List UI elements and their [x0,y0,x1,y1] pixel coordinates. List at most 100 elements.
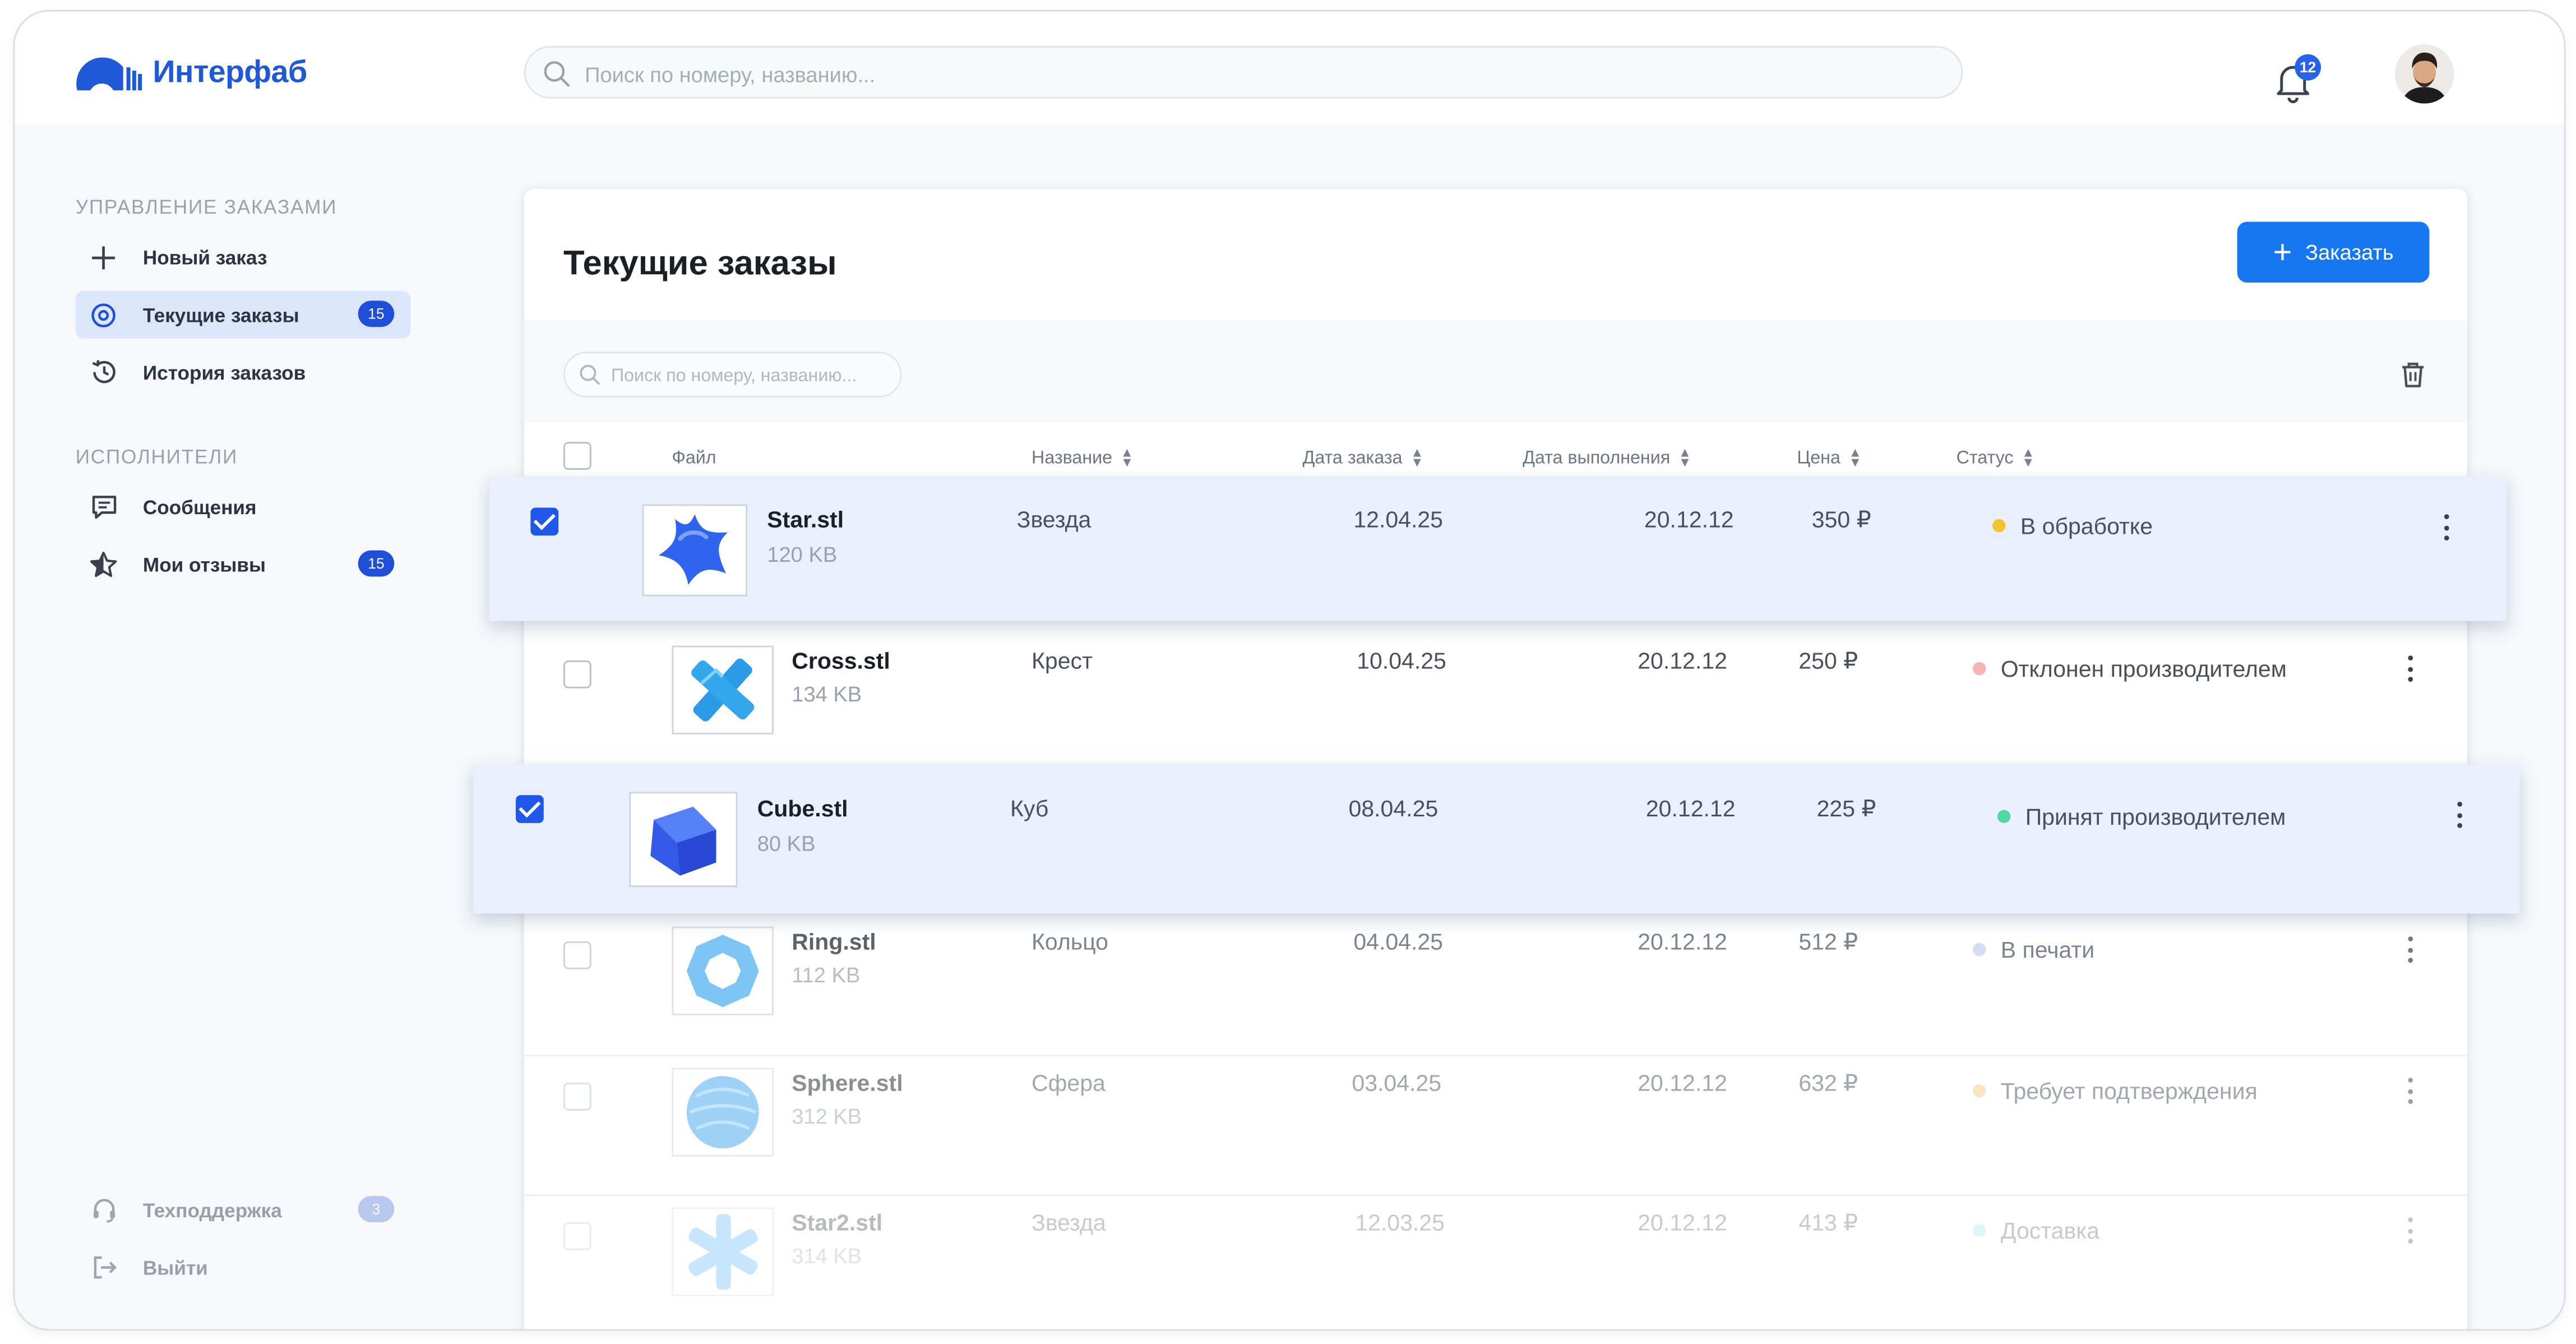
row-checkbox[interactable] [563,1222,591,1250]
plus-icon [89,242,118,272]
column-header-price[interactable]: Цена ▲ ▼ [1797,445,1862,470]
section-title-orders: Управление заказами [75,195,337,219]
table-row[interactable]: Sphere.stl 312 KB Сфера 03.04.25 20.12.1… [524,1055,2467,1193]
sidebar-item-current-orders[interactable]: Текущие заказы 15 [75,290,411,339]
file-size: 120 KB [767,542,838,567]
file-thumbnail [672,645,774,735]
column-header-status[interactable]: Статус ▲ ▼ [1957,445,2035,470]
file-thumbnail [672,1207,774,1296]
price: 225 ₽ [1816,795,1876,821]
sidebar-item-label: История заказов [142,361,306,384]
sidebar-item-support[interactable]: Техподдержка 3 [76,1186,411,1234]
more-icon[interactable] [2398,1074,2421,1107]
trash-icon[interactable] [2398,360,2428,390]
table-row-selected[interactable]: Star.stl 120 KB Звезда 12.04.25 20.12.12… [489,476,2507,621]
count-badge: 15 [358,301,395,327]
order-date: 08.04.25 [1348,795,1439,821]
status-badge: Требует подтверждения [1972,1078,2258,1104]
column-header-name[interactable]: Название ▲ ▼ [1032,445,1134,470]
order-button-label: Заказать [2305,239,2394,265]
status-badge: В обработке [1992,512,2153,539]
row-checkbox[interactable] [563,941,591,969]
sidebar-item-messages[interactable]: Сообщения [76,483,411,530]
sidebar-item-reviews[interactable]: Мои отзывы 15 [76,541,411,588]
row-checkbox[interactable] [563,1082,591,1111]
sidebar-item-order-history[interactable]: История заказов [76,348,411,396]
order-date: 03.04.25 [1352,1069,1442,1096]
row-checkbox[interactable] [530,507,559,536]
search-icon [544,61,570,87]
file-name: Cube.stl [757,795,848,821]
sidebar: Управление заказами Новый заказ Текущие … [15,123,507,1329]
sidebar-item-label: Выйти [142,1255,208,1280]
avatar-image [2394,44,2454,104]
due-date: 20.12.12 [1638,647,1727,674]
table-row[interactable]: Star2.stl 314 KB Звезда 12.03.25 20.12.1… [524,1194,2467,1329]
logo[interactable]: Интерфаб [74,51,307,97]
column-header-order-date[interactable]: Дата заказа ▲ ▼ [1302,445,1424,470]
more-icon[interactable] [2398,652,2421,685]
table-row-selected[interactable]: Cube.stl 80 KB Куб 08.04.25 20.12.12 225… [473,764,2520,914]
due-date: 20.12.12 [1645,795,1736,821]
sort-icon: ▲ ▼ [1678,445,1692,470]
select-all-checkbox[interactable] [563,442,591,470]
more-icon[interactable] [2398,933,2421,966]
more-icon[interactable] [2448,798,2471,832]
order-name: Крест [1032,647,1093,674]
price: 632 ₽ [1798,1069,1858,1096]
page-title: Текущие заказы [563,244,837,283]
table-row[interactable]: Cross.stl 134 KB Крест 10.04.25 20.12.12… [524,634,2467,772]
sort-icon: ▲ ▼ [1848,445,1862,470]
sidebar-item-new-order[interactable]: Новый заказ [76,233,411,281]
sidebar-item-logout[interactable]: Выйти [76,1244,411,1291]
plus-icon: + [2273,234,2292,270]
order-name: Куб [1010,795,1049,821]
avatar[interactable] [2394,44,2454,104]
headset-icon [89,1195,118,1225]
file-name: Star2.stl [792,1209,883,1236]
order-date: 04.04.25 [1353,928,1444,955]
price: 350 ₽ [1811,506,1871,533]
order-date: 10.04.25 [1357,647,1446,674]
orders-card: Текущие заказы + Заказать Файл Название▲… [524,188,2467,1329]
sort-icon: ▲ ▼ [2022,445,2035,470]
row-checkbox[interactable] [516,795,544,823]
order-name: Звезда [1016,506,1092,533]
sort-icon: ▲ ▼ [1410,445,1424,470]
file-name: Star.stl [767,506,844,533]
row-checkbox[interactable] [563,660,591,689]
due-date: 20.12.12 [1638,1209,1727,1236]
status-badge: Отклонен производителем [1972,655,2287,682]
status-badge: В печати [1972,936,2094,963]
logo-icon [76,57,142,91]
due-date: 20.12.12 [1638,928,1727,955]
count-badge: 15 [358,550,395,577]
file-thumbnail [672,926,774,1015]
logout-icon [89,1253,118,1282]
file-size: 312 KB [792,1103,862,1129]
file-size: 134 KB [792,681,862,706]
file-thumbnail [642,504,748,597]
file-thumbnail [629,792,738,888]
more-icon[interactable] [2434,511,2457,544]
order-button[interactable]: + Заказать [2237,221,2430,283]
table-row[interactable]: Ring.stl 112 KB Кольцо 04.04.25 20.12.12… [524,915,2467,1053]
message-icon [89,492,118,522]
more-icon[interactable] [2398,1214,2421,1247]
file-size: 112 KB [792,962,861,987]
star-half-icon [89,549,118,579]
order-date: 12.04.25 [1353,506,1444,533]
orders-search[interactable] [563,352,902,399]
global-search[interactable] [524,46,1963,100]
sidebar-item-label: Техподдержка [142,1198,282,1222]
due-date: 20.12.12 [1638,1069,1727,1096]
file-name: Sphere.stl [792,1069,903,1096]
column-header-file: Файл [672,448,716,469]
column-header-due-date[interactable]: Дата выполнения ▲ ▼ [1523,445,1692,470]
global-search-input[interactable] [581,47,1902,100]
history-icon [89,357,118,387]
price: 413 ₽ [1798,1209,1858,1236]
logo-text: Интерфаб [152,56,307,91]
orders-search-input[interactable] [608,353,897,399]
sort-icon: ▲ ▼ [1120,445,1134,470]
